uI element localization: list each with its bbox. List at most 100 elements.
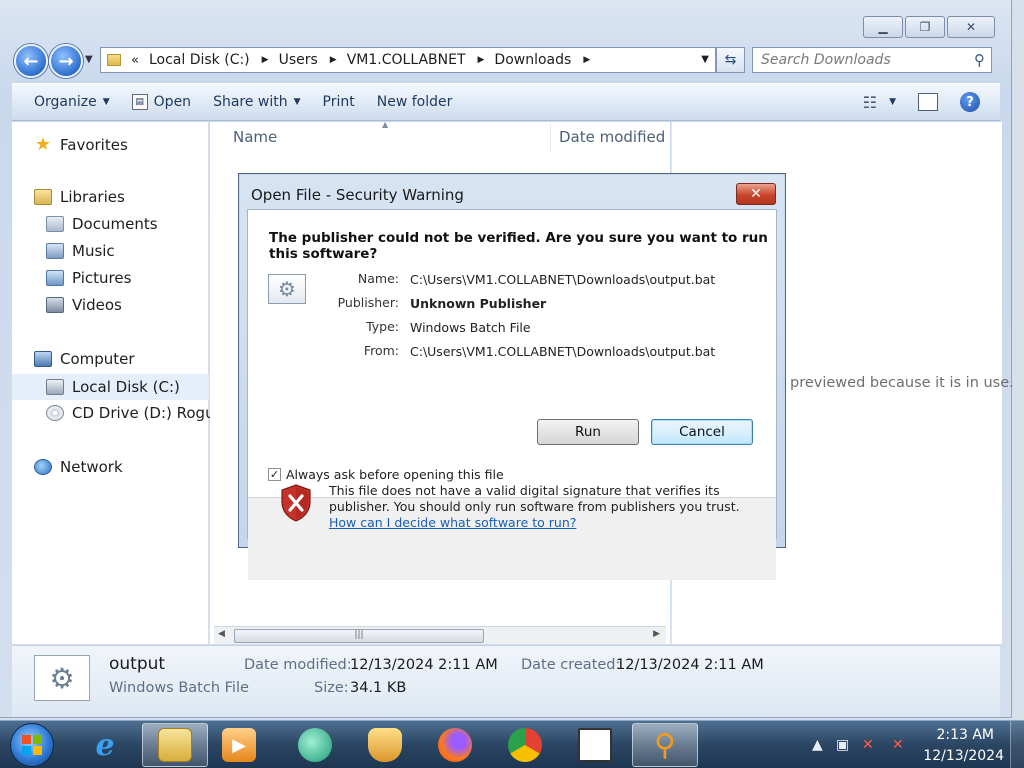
nav-item-cd-drive[interactable]: CD Drive (D:) Rogue xyxy=(46,404,224,422)
nav-item-music[interactable]: Music xyxy=(46,242,115,260)
breadcrumb-users[interactable]: Users ▶ xyxy=(279,52,337,68)
breadcrumb-user-folder[interactable]: VM1.COLLABNET ▶ xyxy=(347,52,485,68)
nav-item-videos[interactable]: Videos xyxy=(46,296,122,314)
address-bar[interactable]: « Local Disk (C:) ▶ Users ▶ VM1.COLLABNET ▶… xyxy=(100,47,716,73)
taskbar-search-tool[interactable]: ⚲ xyxy=(632,723,698,767)
always-ask-label: Always ask before opening this file xyxy=(286,467,504,482)
navigation-pane: ★ Favorites Libraries Documents Music Pic… xyxy=(12,122,224,644)
taskbar-chrome[interactable] xyxy=(492,723,558,767)
search-icon[interactable]: ⚲ xyxy=(974,51,985,69)
taskbar: e ▶ ⚲ ▲ ▣ ✕ ✕ 2:13 AM 12/13/2024 xyxy=(0,720,1024,768)
cancel-button[interactable]: Cancel xyxy=(651,419,753,445)
media-player-icon: ▶ xyxy=(222,728,256,762)
network-disconnected-icon[interactable]: ✕ xyxy=(892,737,904,753)
taskbar-internet-explorer[interactable]: e xyxy=(72,723,138,767)
folder-icon xyxy=(107,54,121,66)
new-folder-button[interactable]: New folder xyxy=(377,94,453,110)
details-date-modified: 12/13/2024 2:11 AM xyxy=(350,657,498,673)
always-ask-checkbox[interactable]: ✓ xyxy=(268,468,281,481)
start-button[interactable] xyxy=(10,723,54,767)
breadcrumb-label: Users xyxy=(278,52,318,68)
scroll-right-arrow-icon[interactable]: ▶ xyxy=(653,629,660,639)
dialog-heading: The publisher could not be verified. Are… xyxy=(269,230,768,262)
videos-icon xyxy=(46,297,64,313)
taskbar-firefox[interactable] xyxy=(422,723,488,767)
system-tray: ▲ ▣ ✕ ✕ 2:13 AM 12/13/2024 xyxy=(800,721,1024,768)
computer-icon xyxy=(34,351,52,367)
search-input[interactable]: Search Downloads ⚲ xyxy=(752,47,992,73)
search-placeholder: Search Downloads xyxy=(761,52,891,68)
breadcrumb-label: VM1.COLLABNET xyxy=(346,52,466,68)
nav-item-documents[interactable]: Documents xyxy=(46,215,158,233)
always-ask-checkbox-row[interactable]: ✓ Always ask before opening this file xyxy=(268,467,504,482)
column-divider[interactable] xyxy=(550,124,551,152)
chevron-down-icon[interactable]: ▼ xyxy=(701,54,709,65)
taskbar-security[interactable] xyxy=(352,723,418,767)
drive-icon xyxy=(46,379,64,395)
run-button[interactable]: Run xyxy=(537,419,639,445)
back-button[interactable]: ← xyxy=(14,44,48,78)
share-with-menu[interactable]: Share with ▼ xyxy=(213,94,300,110)
show-hidden-icons[interactable]: ▲ xyxy=(812,737,823,753)
maximize-button[interactable]: ❐ xyxy=(905,16,945,38)
publisher-value: Unknown Publisher xyxy=(410,296,547,311)
breadcrumb-label: Local Disk (C:) xyxy=(148,52,250,68)
refresh-button[interactable]: ⇆ xyxy=(716,47,745,73)
nav-label: Pictures xyxy=(72,269,132,287)
print-button[interactable]: Print xyxy=(323,94,355,110)
address-overflow[interactable]: « xyxy=(131,53,139,68)
nav-item-network[interactable]: Network xyxy=(34,458,123,476)
nav-item-local-disk[interactable]: Local Disk (C:) xyxy=(12,374,209,400)
details-view-icon: ☷ xyxy=(862,92,878,112)
nav-item-pictures[interactable]: Pictures xyxy=(46,269,131,287)
chat-icon xyxy=(298,728,332,762)
name-label: Name: xyxy=(357,271,399,286)
forward-button[interactable]: → xyxy=(49,44,83,78)
windows-logo-icon xyxy=(22,735,42,755)
scrollbar-thumb[interactable]: ||| xyxy=(234,629,484,643)
details-size-label: Size: xyxy=(314,680,349,696)
show-desktop-button[interactable] xyxy=(1010,721,1024,768)
batch-file-icon: ⚙ xyxy=(34,655,90,701)
breadcrumb-local-disk[interactable]: Local Disk (C:) ▶ xyxy=(149,52,269,68)
organize-menu[interactable]: Organize ▼ xyxy=(34,94,110,110)
column-header-name[interactable]: Name xyxy=(233,128,277,146)
details-date-created-label: Date created: xyxy=(521,657,621,673)
open-button[interactable]: ▤ Open xyxy=(131,94,191,110)
command-bar: Organize ▼ ▤ Open Share with ▼ Print New fo… xyxy=(12,83,1000,121)
from-value: C:\Users\VM1.COLLABNET\Downloads\output.… xyxy=(410,344,716,359)
clock-time[interactable]: 2:13 AM xyxy=(936,727,994,743)
nav-label: Videos xyxy=(72,296,122,314)
preview-message: previewed because it is in use. xyxy=(790,375,1014,391)
devices-icon[interactable]: ▣ xyxy=(836,737,849,753)
minimize-button[interactable]: ▁ xyxy=(863,16,903,38)
close-window-button[interactable]: ✕ xyxy=(947,16,995,38)
nav-item-libraries[interactable]: Libraries xyxy=(34,188,125,206)
nav-item-computer[interactable]: Computer xyxy=(34,350,135,368)
scroll-left-arrow-icon[interactable]: ◀ xyxy=(218,629,225,639)
help-icon[interactable]: ? xyxy=(960,92,980,112)
breadcrumb-downloads[interactable]: Downloads ▶ xyxy=(494,52,590,68)
security-shield-icon xyxy=(281,484,311,522)
column-header-date-modified[interactable]: Date modified xyxy=(559,128,665,146)
taskbar-remote-desktop[interactable] xyxy=(562,723,628,767)
horizontal-scrollbar[interactable]: ◀ ||| ▶ xyxy=(214,626,666,644)
preview-pane-icon[interactable] xyxy=(918,93,938,111)
clock-date[interactable]: 12/13/2024 xyxy=(923,748,1004,764)
nav-label: Favorites xyxy=(60,135,128,154)
taskbar-chat[interactable] xyxy=(282,723,348,767)
change-view-button[interactable]: ☷ ▼ xyxy=(863,93,896,112)
dialog-close-button[interactable]: ✕ xyxy=(736,183,776,205)
help-decide-link[interactable]: How can I decide what software to run? xyxy=(329,515,576,530)
taskbar-windows-explorer[interactable] xyxy=(142,723,208,767)
taskbar-media-player[interactable]: ▶ xyxy=(206,723,272,767)
close-icon: ✕ xyxy=(750,186,762,202)
details-date-modified-label: Date modified: xyxy=(244,657,352,673)
shield-icon xyxy=(368,728,402,762)
speaker-muted-icon[interactable]: ✕ xyxy=(862,737,874,753)
sort-ascending-icon: ▲ xyxy=(382,120,389,129)
name-value: C:\Users\VM1.COLLABNET\Downloads\output.… xyxy=(410,272,716,287)
recent-pages-dropdown[interactable]: ▼ xyxy=(85,54,93,65)
nav-item-favorites[interactable]: ★ Favorites xyxy=(34,134,128,155)
chevron-down-icon: ▼ xyxy=(293,97,301,107)
